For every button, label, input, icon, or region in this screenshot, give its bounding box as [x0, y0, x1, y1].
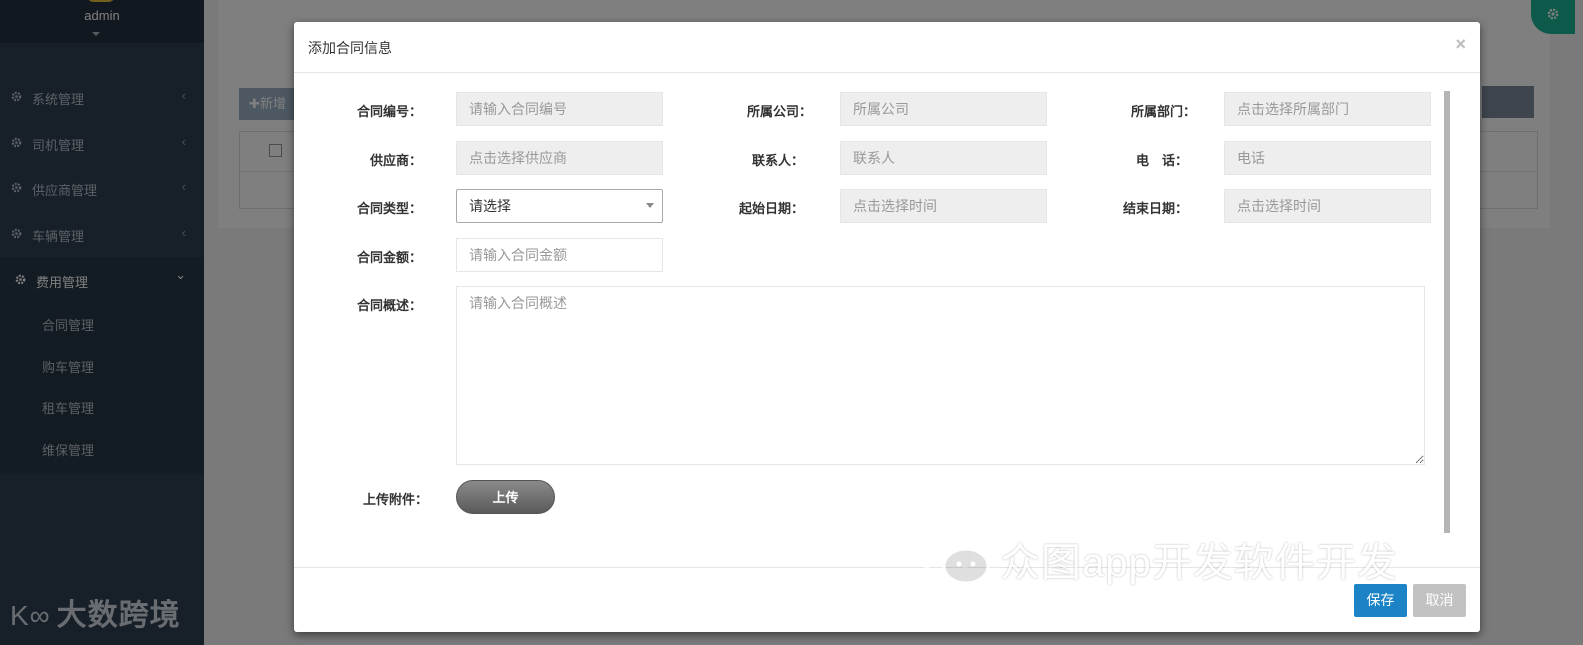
department-input[interactable]: [1224, 92, 1431, 126]
contact-input[interactable]: [840, 141, 1047, 175]
watermark-text: 众图app开发软件开发: [1000, 541, 1398, 585]
save-button[interactable]: 保存: [1354, 584, 1407, 617]
type-label: 合同类型：: [356, 201, 422, 216]
phone-label: 电 话：: [1135, 153, 1188, 168]
close-icon[interactable]: ×: [1455, 34, 1466, 55]
start-date-label: 起始日期：: [738, 201, 804, 216]
watermark: 众图app开发软件开发: [918, 528, 1518, 588]
amount-label: 合同金额：: [356, 250, 422, 265]
modal-scrollbar[interactable]: [1444, 91, 1450, 533]
amount-input[interactable]: [456, 238, 663, 272]
phone-input[interactable]: [1224, 141, 1431, 175]
modal-title: 添加合同信息: [308, 40, 392, 56]
wechat-icon: [920, 535, 990, 585]
supplier-input[interactable]: [456, 141, 663, 175]
cancel-button[interactable]: 取消: [1413, 584, 1466, 617]
scrollbar-thumb[interactable]: [1444, 91, 1450, 533]
modal-header: 添加合同信息 ×: [294, 22, 1480, 73]
company-label: 所属公司：: [746, 104, 812, 119]
contract-no-label: 合同编号：: [356, 104, 422, 119]
company-input[interactable]: [840, 92, 1047, 126]
contract-no-input[interactable]: [456, 92, 663, 126]
end-date-input[interactable]: [1224, 189, 1431, 223]
summary-label: 合同概述：: [356, 298, 422, 313]
summary-textarea[interactable]: [456, 286, 1425, 465]
contract-type-select[interactable]: 请选择: [456, 189, 663, 223]
contract-type-value: 请选择: [469, 198, 511, 214]
supplier-label: 供应商：: [369, 153, 422, 168]
modal-body: 合同编号： 所属公司： 所属部门： 供应商： 联系人： 电 话： 合同类型： 请…: [294, 73, 1480, 567]
start-date-input[interactable]: [840, 189, 1047, 223]
upload-button[interactable]: 上传: [456, 480, 555, 514]
caret-down-icon: [646, 203, 654, 208]
contact-label: 联系人：: [751, 153, 804, 168]
department-label: 所属部门：: [1130, 104, 1196, 119]
attachment-label: 上传附件：: [362, 492, 428, 507]
end-date-label: 结束日期：: [1122, 201, 1188, 216]
